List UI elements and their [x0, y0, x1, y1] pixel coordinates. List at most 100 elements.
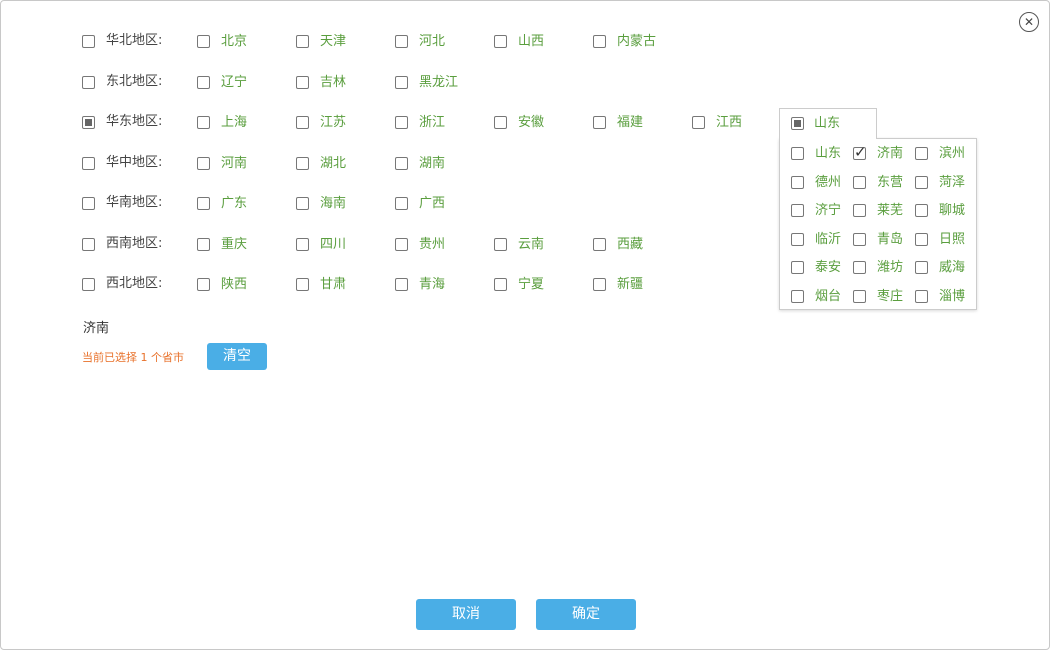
city-label[interactable]: 东营: [877, 175, 903, 191]
province-checkbox[interactable]: [197, 237, 210, 251]
province-checkbox[interactable]: [494, 116, 507, 129]
province-checkbox[interactable]: [395, 75, 408, 89]
province-label[interactable]: 新疆: [617, 277, 643, 293]
province-checkbox[interactable]: [494, 237, 507, 251]
province-checkbox[interactable]: [395, 197, 408, 210]
province-checkbox[interactable]: [296, 35, 309, 48]
region-checkbox[interactable]: [82, 156, 95, 170]
province-checkbox[interactable]: [593, 116, 606, 129]
province-checkbox[interactable]: [296, 116, 309, 129]
province-checkbox[interactable]: [296, 156, 309, 170]
province-label[interactable]: 贵州: [419, 237, 445, 253]
province-checkbox[interactable]: [395, 278, 408, 291]
province-checkbox[interactable]: [494, 278, 507, 291]
city-label[interactable]: 日照: [939, 232, 965, 248]
province-checkbox[interactable]: [593, 35, 606, 48]
province-label[interactable]: 上海: [221, 115, 247, 131]
confirm-button[interactable]: 确定: [536, 599, 636, 630]
province-checkbox[interactable]: [197, 116, 210, 129]
province-checkbox[interactable]: [296, 75, 309, 89]
province-checkbox[interactable]: [395, 237, 408, 251]
city-label[interactable]: 济宁: [815, 203, 841, 219]
province-checkbox[interactable]: [197, 35, 210, 48]
city-label[interactable]: 济南: [877, 146, 903, 162]
city-label[interactable]: 威海: [939, 260, 965, 276]
region-checkbox[interactable]: [82, 75, 95, 89]
region-checkbox[interactable]: [82, 278, 95, 291]
province-checkbox[interactable]: [395, 156, 408, 170]
city-checkbox[interactable]: [853, 175, 866, 189]
city-checkbox[interactable]: [915, 147, 928, 160]
province-label[interactable]: 天津: [320, 34, 346, 50]
province-label[interactable]: 山西: [518, 34, 544, 50]
city-checkbox[interactable]: [853, 143, 867, 161]
close-icon[interactable]: ✕: [1019, 12, 1039, 32]
popup-province-tab[interactable]: 山东: [779, 108, 877, 139]
province-label[interactable]: 北京: [221, 34, 247, 50]
province-checkbox[interactable]: [395, 116, 408, 129]
province-checkbox[interactable]: [494, 35, 507, 48]
city-checkbox[interactable]: [853, 204, 866, 217]
city-checkbox[interactable]: [791, 204, 804, 217]
popup-province-checkbox[interactable]: [791, 117, 804, 130]
province-checkbox[interactable]: [296, 237, 309, 251]
province-checkbox[interactable]: [197, 156, 210, 170]
region-checkbox[interactable]: [82, 35, 95, 48]
province-label[interactable]: 辽宁: [221, 75, 247, 91]
city-label[interactable]: 潍坊: [877, 260, 903, 276]
province-label[interactable]: 甘肃: [320, 277, 346, 293]
city-checkbox[interactable]: [853, 261, 866, 274]
city-label[interactable]: 滨州: [939, 146, 965, 162]
province-checkbox[interactable]: [197, 278, 210, 291]
city-checkbox[interactable]: [915, 204, 928, 217]
province-checkbox[interactable]: [395, 35, 408, 48]
province-label[interactable]: 云南: [518, 237, 544, 253]
city-label[interactable]: 青岛: [877, 232, 903, 248]
region-checkbox[interactable]: [82, 197, 95, 210]
city-checkbox[interactable]: [853, 289, 866, 303]
province-label[interactable]: 安徽: [518, 115, 544, 131]
province-label[interactable]: 重庆: [221, 237, 247, 253]
city-label[interactable]: 菏泽: [939, 175, 965, 191]
province-label[interactable]: 广西: [419, 196, 445, 212]
city-label[interactable]: 德州: [815, 175, 841, 191]
province-checkbox[interactable]: [296, 278, 309, 291]
province-label[interactable]: 吉林: [320, 75, 346, 91]
city-checkbox[interactable]: [915, 232, 928, 246]
province-checkbox[interactable]: [593, 237, 606, 251]
city-label[interactable]: 淄博: [939, 289, 965, 305]
province-label[interactable]: 青海: [419, 277, 445, 293]
region-checkbox[interactable]: [82, 237, 95, 251]
province-label[interactable]: 江苏: [320, 115, 346, 131]
city-checkbox[interactable]: [853, 232, 866, 246]
province-label[interactable]: 湖南: [419, 156, 445, 172]
city-label[interactable]: 山东: [815, 146, 841, 162]
city-checkbox[interactable]: [915, 175, 928, 189]
province-label[interactable]: 湖北: [320, 156, 346, 172]
city-label[interactable]: 泰安: [815, 260, 841, 276]
city-checkbox[interactable]: [791, 175, 804, 189]
province-label[interactable]: 西藏: [617, 237, 643, 253]
province-label[interactable]: 江西: [716, 115, 742, 131]
city-checkbox[interactable]: [791, 232, 804, 246]
province-label[interactable]: 黑龙江: [419, 75, 458, 91]
city-checkbox[interactable]: [791, 289, 804, 303]
city-checkbox[interactable]: [791, 261, 804, 274]
province-label[interactable]: 内蒙古: [617, 34, 656, 50]
city-label[interactable]: 烟台: [815, 289, 841, 305]
province-label[interactable]: 宁夏: [518, 277, 544, 293]
province-checkbox[interactable]: [197, 197, 210, 210]
region-checkbox[interactable]: [82, 116, 95, 129]
city-label[interactable]: 临沂: [815, 232, 841, 248]
province-label[interactable]: 河南: [221, 156, 247, 172]
city-checkbox[interactable]: [915, 289, 928, 303]
cancel-button[interactable]: 取消: [416, 599, 516, 630]
province-checkbox[interactable]: [692, 116, 705, 129]
province-label[interactable]: 河北: [419, 34, 445, 50]
province-checkbox[interactable]: [197, 75, 210, 89]
province-label[interactable]: 福建: [617, 115, 643, 131]
city-label[interactable]: 枣庄: [877, 289, 903, 305]
province-label[interactable]: 陕西: [221, 277, 247, 293]
province-label[interactable]: 四川: [320, 237, 346, 253]
city-label[interactable]: 莱芜: [877, 203, 903, 219]
